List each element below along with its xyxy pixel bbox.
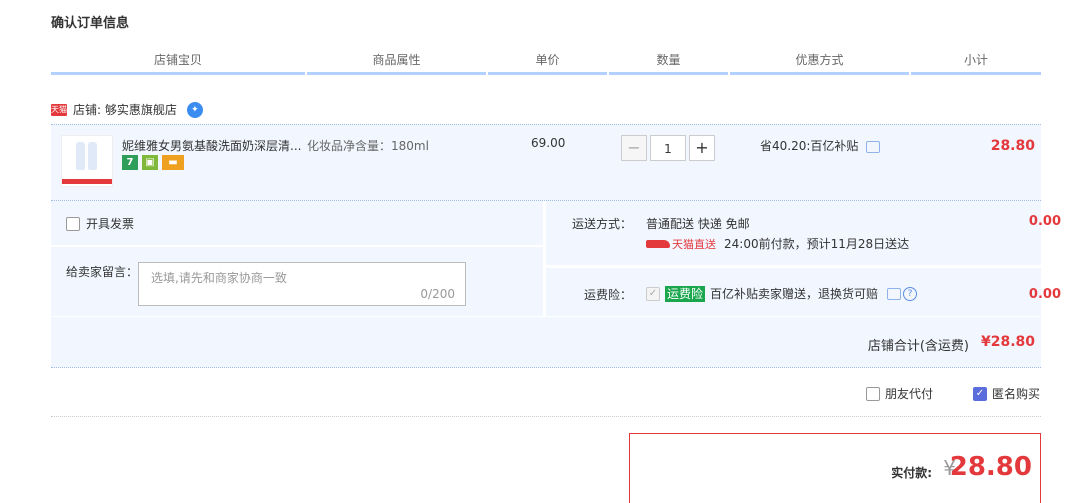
product-name-link[interactable]: 妮维雅女男氨基酸洗面奶深层清... — [122, 137, 302, 154]
shop-total-label: 店铺合计(含运费) — [867, 339, 969, 354]
shop-total-value: ¥28.80 — [980, 334, 1035, 350]
payment-amount: 28.80 — [949, 452, 1032, 482]
quantity-input[interactable]: 1 — [650, 135, 686, 161]
payment-label: 实付款: — [891, 466, 932, 480]
help-icon[interactable]: ? — [903, 286, 918, 301]
item-subtotal: 28.80 — [990, 138, 1035, 154]
shipping-label: 运送方式： — [572, 217, 633, 231]
unit-price: 69.00 — [531, 136, 566, 150]
column-header-promo: 优惠方式 — [730, 50, 909, 75]
message-label: 给卖家留言： — [66, 265, 139, 279]
increase-quantity-button[interactable]: + — [689, 135, 715, 161]
promo-info: 省40.20:百亿补贴 — [760, 137, 881, 154]
message-placeholder: 选填,请先和商家协商一致 — [151, 271, 287, 285]
anonymous-option[interactable]: ✓ 匿名购买 — [973, 385, 1040, 402]
column-header-price: 单价 — [488, 50, 607, 75]
truck-icon — [646, 239, 670, 248]
shipping-cost: 0.00 — [1028, 214, 1061, 229]
anonymous-checkbox[interactable]: ✓ — [973, 386, 987, 401]
product-thumbnail[interactable] — [61, 135, 113, 187]
page-title: 确认订单信息 — [51, 16, 130, 31]
divider — [51, 416, 1041, 417]
service-icons: 7 ▣ ▬ — [122, 155, 184, 170]
shipping-panel — [546, 201, 1041, 265]
insurance-info-icon[interactable] — [887, 287, 902, 300]
quantity-stepper: − 1 + — [621, 135, 715, 161]
chat-icon[interactable]: ✦ — [186, 101, 203, 118]
promo-detail-icon[interactable] — [866, 140, 881, 153]
column-header-property: 商品属性 — [307, 50, 486, 75]
product-property: 化妆品净含量：180ml — [307, 139, 429, 153]
card-pay-icon[interactable]: ▬ — [162, 155, 184, 170]
tmall-badge-icon: 天猫 — [51, 103, 67, 116]
shop-total-bar: 店铺合计(含运费) ¥28.80 — [51, 317, 1041, 368]
guarantee-icon[interactable]: ▣ — [142, 155, 158, 170]
invoice-option[interactable]: 开具发票 — [66, 215, 134, 232]
column-header-subtotal: 小计 — [911, 50, 1041, 75]
insurance-label: 运费险： — [584, 288, 633, 302]
seller-message-input[interactable]: 选填,请先和商家协商一致 0/200 — [138, 262, 466, 306]
friend-pay-label: 朋友代付 — [885, 387, 934, 401]
shipping-method: 普通配送 快递 免邮 — [646, 217, 750, 231]
message-counter: 0/200 — [420, 287, 455, 301]
insurance-checkbox: ✓ — [646, 286, 660, 301]
insurance-row: ✓ 运费险 百亿补贴卖家赠送，退换货可赔 ? — [646, 285, 918, 302]
friend-pay-option[interactable]: 朋友代付 — [866, 385, 933, 402]
tmall-delivery-row: 天猫直送 24:00前付款，预计11月28日送达 — [646, 235, 909, 252]
delivery-estimate: 24:00前付款，预计11月28日送达 — [724, 237, 910, 251]
insurance-cost: 0.00 — [1028, 287, 1061, 302]
anonymous-label: 匿名购买 — [992, 387, 1041, 401]
shop-name[interactable]: 店铺: 够实惠旗舰店 — [73, 101, 177, 118]
promo-text: 省40.20:百亿补贴 — [760, 139, 859, 153]
seven-day-return-icon[interactable]: 7 — [122, 155, 138, 170]
tmall-direct-badge: 天猫直送 — [646, 236, 716, 252]
insurance-badge: 运费险 — [665, 285, 706, 302]
decrease-quantity-button[interactable]: − — [621, 135, 647, 161]
order-item-row: 妮维雅女男氨基酸洗面奶深层清... 7 ▣ ▬ 化妆品净含量：180ml 69.… — [51, 124, 1041, 201]
invoice-label: 开具发票 — [86, 217, 135, 231]
column-header-quantity: 数量 — [609, 50, 728, 75]
insurance-text: 百亿补贴卖家赠送，退换货可赔 — [710, 287, 879, 301]
friend-pay-checkbox[interactable] — [866, 386, 880, 401]
column-header-item: 店铺宝贝 — [51, 50, 305, 75]
payment-summary: 实付款: ¥ 28.80 — [629, 433, 1041, 503]
shop-row: 天猫 店铺: 够实惠旗舰店 ✦ — [51, 101, 203, 118]
invoice-checkbox[interactable] — [66, 216, 80, 231]
